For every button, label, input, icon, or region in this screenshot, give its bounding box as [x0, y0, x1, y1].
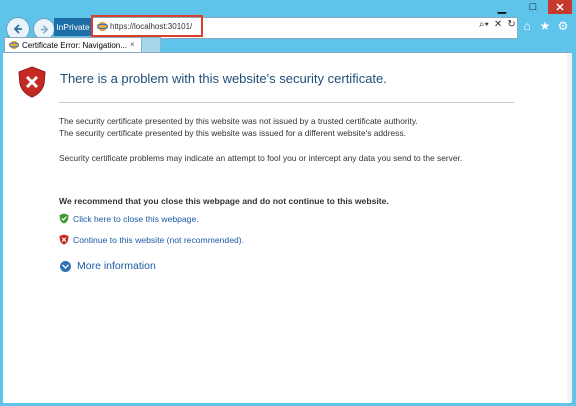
- new-tab-button[interactable]: [141, 37, 161, 53]
- more-information-label: More information: [77, 260, 156, 272]
- security-warning-text: Security certificate problems may indica…: [59, 153, 463, 163]
- error-shield-icon: [18, 66, 46, 98]
- continue-to-website-link[interactable]: Continue to this website (not recommende…: [73, 235, 244, 245]
- browser-window: ▁ □ ✕ InPrivate https://localhost:30101/…: [0, 0, 576, 406]
- close-page-row[interactable]: Click here to close this webpage.: [59, 213, 199, 224]
- maximize-icon: □: [529, 1, 537, 13]
- toolbar-icons: ⌂ ★ ⚙: [521, 19, 569, 33]
- scrollbar[interactable]: [567, 53, 572, 402]
- minimize-button[interactable]: ▁: [493, 0, 511, 14]
- forward-arrow-icon: [40, 24, 48, 34]
- address-highlight-box: [91, 15, 203, 37]
- close-window-button[interactable]: ✕: [548, 0, 572, 14]
- refresh-icon[interactable]: ↻: [507, 19, 515, 30]
- minimize-icon: ▁: [497, 1, 507, 14]
- explanation-line-1: The security certificate presented by th…: [59, 116, 418, 126]
- address-actions: ⌕▾ ✕ ↻: [479, 19, 516, 30]
- ie-tab-icon: [9, 40, 19, 50]
- favorites-star-icon[interactable]: ★: [539, 19, 551, 33]
- recommendation-text: We recommend that you close this webpage…: [59, 196, 389, 206]
- explanation-line-2: The security certificate presented by th…: [59, 127, 406, 138]
- chevron-down-icon: [60, 260, 71, 272]
- tab-label: Certificate Error: Navigation...: [22, 41, 127, 50]
- certificate-explanation: The security certificate presented by th…: [59, 116, 519, 139]
- green-shield-icon: [59, 213, 69, 224]
- inprivate-badge: InPrivate: [54, 18, 92, 36]
- divider: [59, 102, 514, 103]
- tab-close-button[interactable]: ×: [130, 38, 135, 52]
- cert-error-icon[interactable]: ✕: [494, 19, 502, 30]
- search-icon[interactable]: ⌕▾: [479, 19, 489, 30]
- tab-certificate-error[interactable]: Certificate Error: Navigation... ×: [4, 37, 142, 53]
- page-content: [3, 52, 571, 403]
- maximize-button[interactable]: □: [524, 0, 542, 14]
- settings-gear-icon[interactable]: ⚙: [557, 19, 569, 33]
- page-title: There is a problem with this website's s…: [60, 71, 387, 86]
- red-shield-icon: [59, 234, 69, 245]
- close-icon: ✕: [555, 1, 565, 14]
- close-webpage-link[interactable]: Click here to close this webpage.: [73, 214, 199, 224]
- continue-row[interactable]: Continue to this website (not recommende…: [59, 234, 244, 245]
- home-icon[interactable]: ⌂: [521, 19, 533, 33]
- more-information-toggle[interactable]: More information: [60, 260, 156, 272]
- back-arrow-icon: [13, 24, 22, 34]
